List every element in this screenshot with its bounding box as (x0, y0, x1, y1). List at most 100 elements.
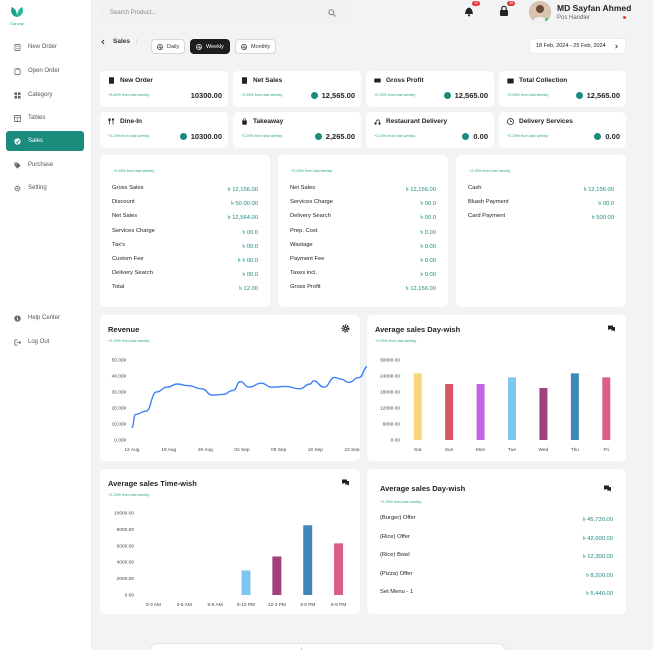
sidebar-item-sales[interactable]: Sales (6, 131, 84, 151)
sidebar-item-label: Log Out (28, 339, 50, 345)
row-value: ৳ 0.00 (420, 229, 436, 236)
sidebar-item-log-out[interactable]: Log Out (6, 332, 84, 352)
row-value: ৳ 45,730.00 (582, 517, 613, 523)
tab-daily[interactable]: Daily (151, 39, 186, 54)
day-wish-chart: 30000.00 24000.00 18000.00 12000.00 6000.00 0… (380, 358, 611, 453)
kpi-delta: +2.25% from last weekly (241, 93, 283, 97)
kpi-value-text: 2,265.00 (325, 132, 355, 141)
x-tick-label: Tue (508, 447, 516, 453)
list-row: Bkash Payment ৳ 00.0 (468, 199, 614, 213)
row-value: ৳ 12,156.00 (583, 187, 614, 193)
row-label: Custom Fee (112, 256, 144, 262)
list-row: Custom Fee ৳ ৳ 00.0 (112, 256, 258, 270)
breadcrumb-label: Sales (113, 38, 130, 45)
summary-panel-sales: +2.25% from last weekly Gross Sales ৳ 12,… (100, 155, 270, 307)
sidebar-item-setting[interactable]: Setting (6, 178, 84, 198)
y-tick-label: 40.00k (112, 374, 127, 380)
bar (413, 373, 422, 440)
kpi-value: 10300.00 (191, 91, 222, 100)
kpi-value: 2,265.00 (314, 132, 355, 141)
tab-monthly[interactable]: Monthly (235, 39, 277, 54)
avatar[interactable] (529, 1, 551, 23)
row-label: (Rice) Bowl (380, 552, 410, 558)
chevron-left-icon[interactable] (100, 39, 106, 45)
status-dot (623, 16, 626, 19)
row-label: (Burger) Offer (380, 515, 416, 521)
x-tick-label: Sat (414, 447, 422, 453)
chat-icon[interactable] (603, 484, 612, 493)
y-tick-label: 8000.00 (117, 527, 135, 533)
y-tick-label: 12000.00 (380, 406, 400, 412)
kpi-delta: +2.25% from last weekly (507, 134, 549, 138)
row-label: Taxes incl. (290, 270, 318, 277)
sidebar-item-open-order[interactable]: Open Order (6, 61, 84, 81)
search-placeholder: Search Product... (110, 9, 157, 16)
lock-icon (500, 5, 508, 16)
kpi-dine-in[interactable]: Dine-In +2.25% from last weekly 10300.00 (100, 112, 228, 148)
tab-weekly[interactable]: Weekly (190, 39, 230, 54)
cart-button[interactable]: 18 (497, 1, 515, 18)
sidebar-item-new-order[interactable]: New Order (6, 37, 84, 57)
list-row: Net Sales ৳ 12,156.00 (290, 185, 436, 199)
row-value: ৳ 00.0 (420, 215, 436, 222)
list-row: Gross Sales ৳ 12,156.00 (112, 185, 258, 199)
revenue-line (131, 361, 388, 428)
row-label: Net Sales (290, 185, 316, 191)
x-tick-label: 16 Sep (308, 447, 324, 453)
kpi-takeaway[interactable]: Takeaway +2.25% from last weekly 2,265.0… (233, 112, 361, 148)
receipt-icon (14, 43, 21, 51)
y-tick-label: 6000.00 (117, 543, 135, 549)
sidebar-item-help-center[interactable]: Help Center (6, 308, 84, 328)
table-icon (14, 114, 21, 122)
coin-icon (314, 133, 322, 140)
sidebar-item-purchase[interactable]: Purchase (6, 155, 84, 175)
kpi-gross-profit[interactable]: Gross Profit +2.25% from last weekly 12,… (366, 71, 494, 107)
breadcrumb[interactable]: Sales | (100, 38, 138, 45)
row-label: Wastage (290, 241, 313, 248)
kpi-restaurant-delivery[interactable]: Restaurant Delivery +2.25% from last wee… (366, 112, 494, 148)
sidebar-item-tables[interactable]: Tables (6, 108, 84, 128)
kpi-value-text: 10300.00 (190, 91, 222, 100)
brand-logo[interactable]: Ganvay (8, 6, 26, 26)
x-tick-label: 6-9 PM (331, 602, 346, 608)
notification-button[interactable]: 10 (462, 1, 480, 18)
row-value: ৳ 50.00.00 (230, 201, 258, 208)
sidebar-item-category[interactable]: Category (6, 85, 84, 105)
search-icon[interactable] (328, 8, 336, 17)
kpi-value: 12,565.00 (575, 91, 620, 100)
kpi-delivery-services[interactable]: Delivery Services +2.25% from last weekl… (499, 112, 626, 148)
kpi-delta: +2.25% from last weekly (507, 93, 549, 97)
x-tick-label: 02 Sep (234, 447, 250, 453)
kpi-value-text: 12,565.00 (321, 91, 355, 100)
time-wish-chart: 10000.00 8000.00 6000.00 4000.00 2000.00 0.00… (114, 511, 346, 609)
kpi-delta: +2.25% from last weekly (241, 134, 283, 138)
list-row: Cash ৳ 12,156.00 (468, 185, 614, 199)
kpi-new-order[interactable]: New Order +3.62% from last weekly 10300.… (100, 71, 228, 107)
list-row: (Pizza) Offer ৳ 8,200.00 (380, 571, 613, 581)
kpi-delta: +2.25% from last weekly (108, 134, 150, 138)
x-tick-label: 0-3 AM (146, 602, 161, 608)
date-range-picker[interactable]: 18 Feb, 2024 - 25 Feb, 2024 (529, 38, 626, 54)
summary-panel-payments: +2.25% from last weekly Cash ৳ 12,156.00 B… (456, 155, 626, 307)
row-value: ৳ ৳ 00.0 (237, 258, 258, 264)
list-row: Delivery Search ৳ 00.0 (290, 213, 436, 227)
row-label: Delivery Search (112, 270, 153, 277)
date-range-label: 18 Feb, 2024 - 25 Feb, 2024 (536, 43, 606, 49)
offers-delta: +2.25% from last weekly (380, 500, 422, 504)
y-tick-label: 0.00 (391, 438, 401, 444)
x-tick-label: 23 Sep (344, 447, 360, 453)
leaf-icon (11, 7, 23, 17)
search-input[interactable]: Search Product... (100, 2, 346, 23)
row-label: Discount (112, 199, 135, 206)
gear-icon (14, 185, 21, 191)
row-value: ৳ 12,156.00 (405, 187, 436, 193)
kpi-label: Total Collection (519, 77, 568, 84)
kpi-value: 0.00 (462, 132, 488, 141)
x-tick-label: Mon (476, 447, 486, 453)
row-value: ৳ 12,300.00 (582, 554, 613, 560)
row-value: ৳ 12,156.00 (227, 187, 258, 193)
bar (303, 525, 313, 595)
kpi-total-collection[interactable]: Total Collection +2.25% from last weekly… (499, 71, 626, 107)
list-row: Tax's ৳ 00.0 (112, 242, 258, 256)
kpi-net-sales[interactable]: Net Sales +2.25% from last weekly 12,565… (233, 71, 361, 107)
